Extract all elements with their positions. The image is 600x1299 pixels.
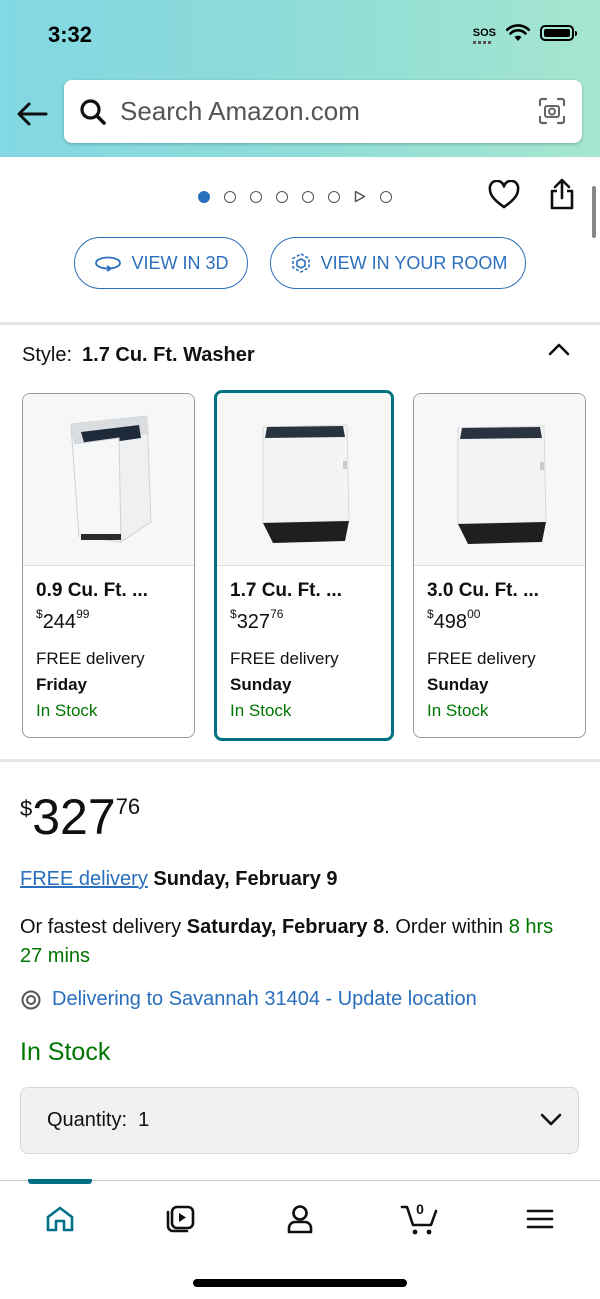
quantity-select[interactable]: Quantity: 1 [20,1087,579,1154]
sos-indicator: SOS [472,26,496,44]
carousel-dot[interactable] [198,190,210,203]
option-title: 3.0 Cu. Ft. ... [427,580,539,601]
home-icon [46,1206,74,1232]
back-button[interactable] [14,96,50,132]
fastest-prefix: Or fastest delivery [20,916,182,938]
option-delivery-day: Sunday [427,675,489,694]
style-value: 1.7 Cu. Ft. Washer [82,344,255,366]
fastest-date: Saturday, February 8 [186,916,385,938]
option-stock: In Stock [36,701,98,720]
product-thumbnail [23,394,194,566]
chevron-down-icon [540,1110,562,1133]
cart-count: 0 [416,1201,424,1217]
option-delivery-day: Sunday [230,675,292,694]
style-option-card[interactable]: 3.0 Cu. Ft. ... $49800 FREE delivery Sun… [413,393,586,738]
style-selector-label: Style: 1.7 Cu. Ft. Washer [22,344,255,367]
option-delivery: FREE delivery [36,649,145,668]
wishlist-heart-icon[interactable] [488,179,520,215]
view-in-3d-button[interactable]: VIEW IN 3D [74,237,248,289]
collapse-chevron-up-icon[interactable] [548,342,570,361]
nav-menu-button[interactable] [520,1199,560,1239]
carousel-dots[interactable] [198,190,392,203]
divider [0,759,600,762]
option-price: $49800 [427,607,481,633]
carousel-dot[interactable] [250,190,262,203]
share-icon[interactable] [549,178,575,215]
search-icon [78,97,108,127]
camera-search-icon[interactable] [538,97,566,130]
carousel-dot[interactable] [224,190,236,203]
video-dot-icon[interactable] [354,190,366,203]
nav-home-button[interactable] [40,1199,80,1239]
nav-cart-button[interactable]: 0 [400,1199,440,1239]
nav-active-indicator [28,1179,92,1184]
fastest-mid: . Order within [384,916,504,938]
option-title: 1.7 Cu. Ft. ... [230,580,342,601]
carousel-dot[interactable] [380,190,392,203]
back-arrow-icon [17,102,48,126]
carousel-dot[interactable] [276,190,288,203]
quantity-label: Quantity: [47,1109,128,1131]
wifi-icon [506,24,530,41]
view-in-room-label: VIEW IN YOUR ROOM [320,252,508,273]
status-icons: SOS [472,24,577,44]
carousel-dot[interactable] [328,190,340,203]
price-cents: 76 [115,794,141,819]
user-icon [287,1205,313,1234]
option-price: $32776 [230,607,284,633]
view-in-3d-label: VIEW IN 3D [131,252,229,273]
product-thumbnail [414,394,585,566]
option-price: $24499 [36,607,90,633]
style-label: Style: [22,344,73,366]
fastest-delivery-info: Or fastest delivery Saturday, February 8… [20,913,580,971]
nav-inspire-button[interactable] [160,1199,200,1239]
search-bar[interactable] [64,80,582,143]
search-input[interactable] [120,96,520,127]
style-option-card[interactable]: 0.9 Cu. Ft. ... $24499 FREE delivery Fri… [22,393,195,738]
delivery-date: Sunday, February 9 [153,868,338,890]
free-delivery-link[interactable]: FREE delivery [20,868,148,890]
divider [0,322,600,325]
delivery-info: FREE delivery Sunday, February 9 [20,868,338,891]
option-delivery: FREE delivery [427,649,536,668]
quantity-value: 1 [138,1109,150,1131]
location-pin-icon [21,990,41,1009]
product-thumbnail [217,393,391,566]
location-text[interactable]: Delivering to Savannah 31404 - Update lo… [52,988,477,1011]
product-price: $ 327 76 [20,790,140,844]
delivery-location-link[interactable]: Delivering to Savannah 31404 - Update lo… [20,988,477,1011]
menu-icon [526,1209,554,1229]
header: 3:32 SOS [0,0,600,157]
option-title: 0.9 Cu. Ft. ... [36,580,148,601]
ar-cube-icon [291,253,310,273]
price-whole: 327 [32,789,116,845]
view-in-room-button[interactable]: VIEW IN YOUR ROOM [270,237,526,289]
status-time: 3:32 [48,22,93,47]
video-stack-icon [166,1205,195,1233]
scroll-indicator [592,186,596,238]
bottom-nav-bar: 0 [0,1179,600,1299]
option-delivery-day: Friday [36,675,88,694]
nav-account-button[interactable] [280,1199,320,1239]
battery-icon [540,25,577,41]
option-stock: In Stock [230,701,292,720]
style-option-card-selected[interactable]: 1.7 Cu. Ft. ... $32776 FREE delivery Sun… [214,390,394,741]
carousel-dot[interactable] [302,190,314,203]
rotate-3d-icon [95,256,122,272]
price-currency: $ [20,796,33,821]
home-indicator [193,1279,407,1287]
option-delivery: FREE delivery [230,649,339,668]
availability-status: In Stock [20,1038,111,1066]
option-stock: In Stock [427,701,489,720]
